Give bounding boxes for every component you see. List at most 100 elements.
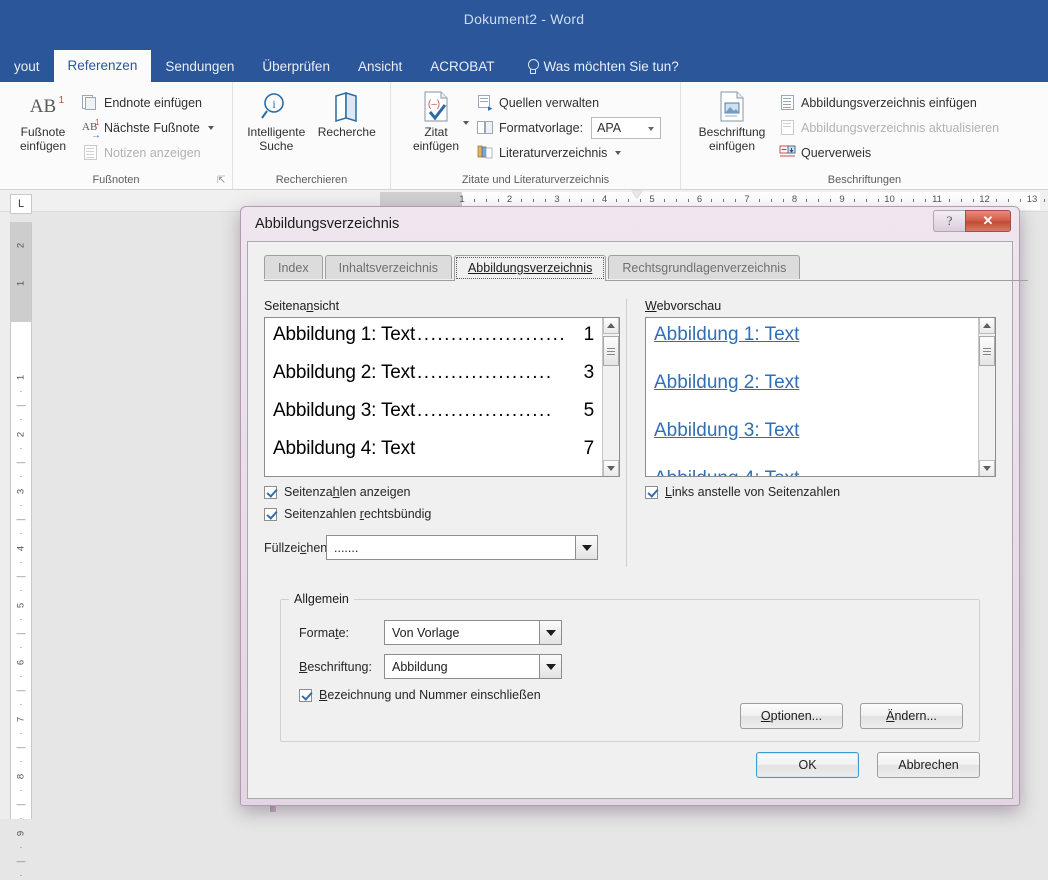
chevron-down-icon[interactable] (207, 125, 214, 130)
chevron-down-icon[interactable] (539, 621, 561, 644)
update-table-of-figures-button: ! Abbildungsverzeichnis aktualisieren (775, 115, 1003, 140)
ribbon-tab-acrobat[interactable]: ACROBAT (416, 51, 508, 82)
tab-rechtsgrundlagenverzeichnis[interactable]: Rechtsgrundlagenverzeichnis (608, 255, 801, 279)
close-icon[interactable]: ✕ (965, 210, 1011, 232)
style-label: Formatvorlage: (499, 120, 584, 135)
ruler-tick: · (19, 443, 23, 453)
cross-reference-icon (779, 144, 796, 162)
web-preview-entry: Abbildung 2: Text (654, 372, 800, 393)
indent-marker[interactable] (632, 191, 642, 198)
scroll-down-icon[interactable] (979, 460, 995, 476)
smart-lookup-label-2: Suche (259, 139, 294, 153)
vertical-ruler[interactable]: 2 1 1 · — · 2 · — · 3 · — · 4 · — · 5 · — · 6 · — · 7 · — · 8 · — · 9 · — · (10, 222, 32, 880)
insert-citation-caret-icon[interactable] (463, 121, 469, 125)
preview-entry: Abbildung 2: Text .................... 3 (273, 362, 594, 384)
show-page-numbers-row[interactable]: Seitenzahlen anzeigen (264, 485, 620, 499)
ribbon-group-fussnoten: AB 1 Fußnote einfügen Endnote einfügen AB… (0, 82, 232, 189)
leader-row: Füllzeichen: ....... (264, 535, 620, 560)
preview-entry-page: 1 (583, 324, 595, 345)
cancel-button[interactable]: Abbrechen (877, 752, 980, 778)
chevron-down-icon[interactable] (575, 536, 597, 559)
preview-entry-text: Abbildung 1: Text (273, 324, 416, 345)
ruler-tick: · (19, 414, 23, 424)
dialog-window-buttons: ? ✕ (933, 210, 1011, 232)
ruler-tick: · (19, 528, 23, 538)
ruler-tick: · (19, 614, 23, 624)
tab-inhaltsverzeichnis[interactable]: Inhaltsverzeichnis (324, 255, 452, 279)
chevron-down-icon[interactable] (615, 150, 622, 155)
include-label-number-row[interactable]: Bezeichnung und Nummer einschließen (299, 688, 979, 702)
scroll-up-icon[interactable] (979, 318, 995, 334)
dialog-launcher-icon[interactable]: ⇱ (217, 176, 227, 186)
tell-me-box[interactable]: Was möchten Sie tun? (509, 51, 693, 82)
show-notes-button: Notizen anzeigen (78, 140, 218, 165)
magnifier-icon: i (259, 89, 293, 125)
web-preview-pane: Abbildung 1: Text Abbildung 2: Text Abbi… (646, 318, 995, 476)
ruler-tick (485, 199, 487, 202)
ruler-tick (675, 199, 677, 202)
leader-value: ....... (334, 540, 359, 555)
update-toc-figures-label: Abbildungsverzeichnis aktualisieren (801, 120, 1000, 135)
right-align-page-numbers-row[interactable]: Seitenzahlen rechtsbündig (264, 507, 620, 521)
tab-abbildungsverzeichnis[interactable]: Abbildungsverzeichnis (453, 255, 607, 282)
manage-sources-button[interactable]: ▸ Quellen verwalten (473, 90, 665, 115)
ruler-number: 3 (15, 488, 27, 495)
web-preview-scrollbar[interactable] (978, 318, 995, 476)
ruler-number: 8 (791, 194, 798, 205)
ruler-tick (853, 199, 855, 202)
insert-endnote-button[interactable]: Endnote einfügen (78, 90, 218, 115)
ribbon-group-beschriftungen: Beschriftung einfügen Abbildungsverzeich… (680, 82, 1048, 189)
ruler-tick: · (19, 557, 23, 567)
chevron-down-icon (648, 126, 655, 131)
citation-style-combo[interactable]: APA (591, 116, 662, 139)
ruler-tick: · (19, 471, 23, 481)
scroll-down-icon[interactable] (603, 460, 619, 476)
ribbon-tab-referenzen[interactable]: Referenzen (53, 50, 152, 82)
formats-combo[interactable]: Von Vorlage (384, 620, 562, 645)
ribbon-tab-layout[interactable]: yout (0, 51, 54, 82)
scrollbar-thumb[interactable] (603, 336, 619, 366)
scrollbar-thumb[interactable] (979, 336, 995, 366)
ruler-tick (545, 199, 547, 202)
ruler-tick (925, 199, 927, 202)
ribbon-tab-ansicht[interactable]: Ansicht (344, 51, 416, 82)
caption-combo[interactable]: Abbildung (384, 654, 562, 679)
chevron-down-icon[interactable] (539, 655, 561, 678)
bibliography-button[interactable]: Literaturverzeichnis (473, 140, 665, 165)
show-page-numbers-checkbox[interactable] (264, 485, 277, 499)
cross-reference-button[interactable]: Querverweis (775, 140, 1003, 165)
print-preview-scrollbar[interactable] (602, 318, 619, 476)
insert-caption-label-2: einfügen (708, 139, 756, 153)
ribbon-group-recherchieren: i Intelligente Suche Recherche Recherchi… (232, 82, 390, 189)
scroll-up-icon[interactable] (603, 318, 619, 334)
tab-stop-selector[interactable]: L (10, 194, 32, 214)
preview-entry-text: Abbildung 2: Text (273, 362, 416, 383)
manage-sources-label: Quellen verwalten (499, 95, 600, 110)
preview-entry-dots: .................... (417, 400, 553, 421)
ok-button[interactable]: OK (756, 752, 859, 778)
next-footnote-button[interactable]: AB 1 → Nächste Fußnote (78, 115, 218, 141)
help-button[interactable]: ? (933, 210, 965, 232)
lightbulb-icon (527, 59, 539, 74)
tab-index[interactable]: Index (264, 255, 323, 279)
insert-table-of-figures-button[interactable]: Abbildungsverzeichnis einfügen (775, 90, 1003, 115)
ruler-number: 4 (601, 194, 608, 205)
modify-button[interactable]: Ändern... (860, 703, 963, 729)
options-button[interactable]: Optionen... (740, 703, 843, 729)
preview-entry-page: 7 (583, 438, 595, 459)
caption-label: Beschriftung: (299, 659, 372, 674)
right-align-page-numbers-checkbox[interactable] (264, 507, 277, 521)
web-preview-entry: Abbildung 3: Text (654, 420, 800, 441)
ribbon-tab-sendungen[interactable]: Sendungen (151, 51, 248, 82)
use-hyperlinks-row[interactable]: Links anstelle von Seitenzahlen (645, 485, 996, 499)
use-hyperlinks-checkbox[interactable] (645, 485, 658, 499)
ruler-number: 12 (979, 194, 990, 205)
leader-combo[interactable]: ....... (326, 535, 598, 560)
ruler-tick: · (19, 842, 23, 852)
include-label-number-label: Bezeichnung und Nummer einschließen (319, 688, 541, 702)
ruler-tick: · (19, 585, 23, 595)
ruler-tick (1008, 199, 1010, 202)
ribbon-tab-ueberpruefen[interactable]: Überprüfen (248, 51, 344, 82)
insert-citation-label-2: einfügen (412, 139, 460, 153)
include-label-number-checkbox[interactable] (299, 688, 312, 702)
